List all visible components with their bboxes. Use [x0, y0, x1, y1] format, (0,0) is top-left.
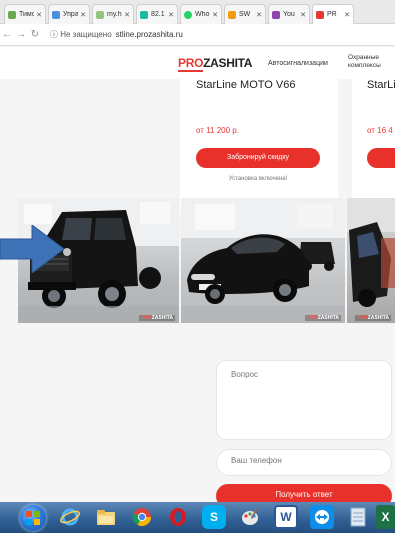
logo-pro-text: PRO: [178, 56, 204, 72]
tab-favicon-icon: [96, 10, 104, 19]
tab-title: PR: [327, 11, 337, 18]
tab-title: Who: [195, 11, 210, 18]
browser-tab[interactable]: 82.1 ✕: [136, 4, 178, 24]
nav-link-line: Охранные: [348, 54, 379, 61]
tab-favicon-icon: [8, 10, 16, 19]
product-price: от 11 200 р.: [196, 126, 239, 135]
tab-favicon-icon: [140, 10, 148, 19]
browser-tab[interactable]: my.h ✕: [92, 4, 134, 24]
photo-watermark: PROZASHITA: [138, 315, 175, 321]
browser-tab[interactable]: Упра ✕: [48, 4, 90, 24]
opera-icon[interactable]: [166, 505, 190, 529]
question-textarea[interactable]: Вопрос: [216, 360, 392, 440]
black-sedan-image: [181, 198, 345, 323]
product-card: StarLi от 16 4: [352, 75, 395, 210]
browser-tab[interactable]: Тимо ✕: [4, 4, 46, 24]
security-indicator[interactable]: ⓘ Не защищено: [50, 29, 112, 40]
tab-close-icon[interactable]: ✕: [80, 11, 86, 19]
notepad-icon[interactable]: [346, 505, 370, 529]
tab-close-icon[interactable]: ✕: [344, 11, 350, 19]
paint-icon[interactable]: [238, 505, 262, 529]
tab-close-icon[interactable]: ✕: [256, 11, 262, 19]
word-icon[interactable]: W: [274, 505, 298, 529]
product-title[interactable]: StarLine MOTO V66: [196, 79, 295, 91]
tab-title: my.h: [107, 11, 122, 18]
gallery-photo-porsche[interactable]: PROZASHITA: [181, 198, 345, 323]
logo-zashita-text: ZASHITA: [203, 56, 253, 70]
url-text: stline.prozashita.ru: [115, 30, 183, 39]
tab-close-icon[interactable]: ✕: [300, 11, 306, 19]
reserve-discount-button[interactable]: Забронируй скидку: [196, 148, 320, 168]
reserve-discount-button[interactable]: [367, 148, 395, 168]
tab-close-icon[interactable]: ✕: [36, 11, 42, 19]
tab-title: Упра: [63, 11, 79, 18]
tab-title: 82.1: [151, 11, 165, 18]
reload-icon[interactable]: ↻: [28, 29, 42, 40]
tab-favicon-icon: [316, 10, 324, 19]
gallery-photo-partial[interactable]: PROZASHITA: [347, 198, 395, 323]
tab-close-icon[interactable]: ✕: [168, 11, 174, 19]
nav-link-line: комплексы: [348, 62, 381, 69]
tab-title: You: [283, 11, 295, 18]
tab-favicon-icon: [184, 10, 192, 19]
skype-icon[interactable]: S: [202, 505, 226, 529]
windows-start-icon[interactable]: [20, 505, 46, 531]
phone-field[interactable]: [216, 449, 392, 476]
tab-favicon-icon: [272, 10, 280, 19]
nav-link-complexes[interactable]: Охранные комплексы: [348, 54, 381, 70]
internet-explorer-icon[interactable]: [58, 505, 82, 529]
photo-watermark: PROZASHITA: [354, 315, 391, 321]
browser-tab-active[interactable]: PR ✕: [312, 4, 354, 24]
site-logo[interactable]: PROZASHITA: [178, 56, 253, 72]
phone-input[interactable]: [231, 456, 381, 465]
car-door-image: [347, 198, 395, 307]
photo-watermark: PROZASHITA: [304, 315, 341, 321]
browser-tab-strip: Тимо ✕ Упра ✕ my.h ✕ 82.1 ✕ Who ✕ SW ✕ Y…: [0, 0, 395, 24]
browser-tab[interactable]: You ✕: [268, 4, 310, 24]
tab-title: Тимо: [19, 11, 35, 18]
browser-address-bar: ← → ↻ ⓘ Не защищено stline.prozashita.ru: [0, 24, 395, 46]
chrome-icon[interactable]: [130, 505, 154, 529]
browser-tab[interactable]: SW ✕: [224, 4, 266, 24]
get-answer-button[interactable]: Получить ответ: [216, 484, 392, 502]
windows-taskbar: S W X: [0, 502, 395, 533]
product-title[interactable]: StarLi: [367, 79, 395, 91]
product-price: от 16 4: [367, 126, 393, 135]
back-arrow-icon[interactable]: ←: [0, 29, 14, 40]
excel-icon[interactable]: X: [376, 505, 395, 529]
tab-title: SW: [239, 11, 251, 18]
tab-close-icon[interactable]: ✕: [124, 11, 130, 19]
file-explorer-icon[interactable]: [94, 505, 118, 529]
tab-close-icon[interactable]: ✕: [212, 11, 218, 19]
product-card: StarLine MOTO V66 от 11 200 р. Заброниру…: [180, 75, 338, 210]
nav-link-alarms[interactable]: Автосигнализации: [268, 60, 328, 67]
url-field[interactable]: ⓘ Не защищено stline.prozashita.ru: [50, 29, 183, 40]
blue-arrow-annotation-icon: [0, 225, 64, 273]
teamviewer-icon[interactable]: [310, 505, 334, 529]
forward-arrow-icon[interactable]: →: [14, 29, 28, 40]
tab-favicon-icon: [52, 10, 60, 19]
tab-favicon-icon: [228, 10, 236, 19]
web-page: PROZASHITA Автосигнализации Охранные ком…: [0, 47, 395, 502]
photo-gallery: PROZASHITA PROZASHITA PROZASHITA: [18, 198, 395, 323]
question-placeholder: Вопрос: [231, 370, 259, 379]
browser-tab[interactable]: Who ✕: [180, 4, 222, 24]
installation-note: Установка включена!: [228, 176, 288, 182]
